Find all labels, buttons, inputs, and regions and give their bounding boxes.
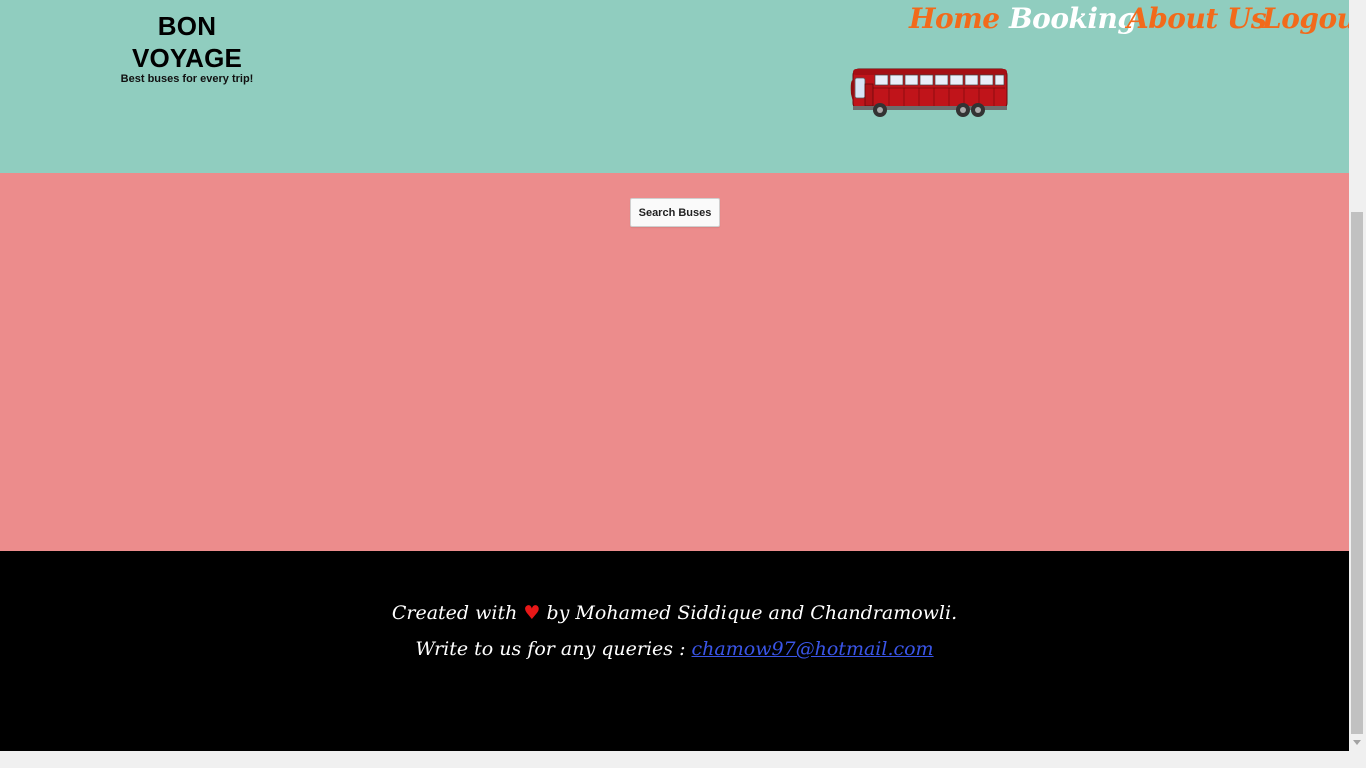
scroll-down-arrow-icon[interactable] [1353, 740, 1361, 745]
scrollbar-thumb[interactable] [1351, 212, 1363, 734]
nav-about-us[interactable]: About Us [1127, 0, 1267, 40]
contact-email-link[interactable]: chamow97@hotmail.com [692, 638, 934, 660]
contact-line: Write to us for any queries : chamow97@h… [0, 638, 1349, 660]
main-content: Search Buses [0, 173, 1349, 551]
bus-illustration [850, 68, 1008, 117]
search-buses-button[interactable]: Search Buses [630, 198, 720, 227]
credits-prefix: Created with [391, 602, 518, 624]
nav-logout[interactable]: Logout [1262, 0, 1349, 40]
credits-line: Created with ♥ by Mohamed Siddique and C… [0, 602, 1349, 624]
heart-icon: ♥ [523, 602, 541, 624]
nav-home[interactable]: Home [909, 0, 1000, 40]
site-footer: Created with ♥ by Mohamed Siddique and C… [0, 551, 1349, 751]
site-header: BON VOYAGE Best buses for every trip! Ho… [0, 0, 1349, 173]
brand[interactable]: BON VOYAGE Best buses for every trip! [100, 10, 274, 85]
brand-title: BON VOYAGE [131, 11, 243, 73]
credits-suffix: by Mohamed Siddique and Chandramowli. [546, 602, 958, 624]
contact-prefix: Write to us for any queries : [415, 638, 686, 660]
nav-booking[interactable]: Booking [1009, 0, 1137, 40]
brand-tagline: Best buses for every trip! [120, 73, 254, 85]
horizontal-scrollbar-track [0, 751, 1366, 768]
vertical-scrollbar[interactable] [1349, 0, 1366, 751]
page: BON VOYAGE Best buses for every trip! Ho… [0, 0, 1349, 751]
